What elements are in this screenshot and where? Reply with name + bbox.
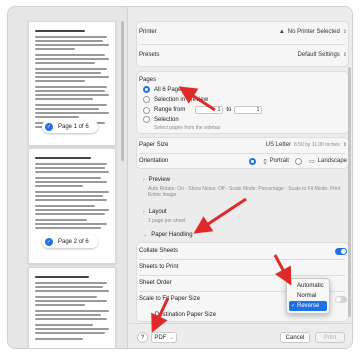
printer-value[interactable]: No Printer Selected [288, 29, 340, 35]
orientation-label: Orientation [139, 158, 169, 164]
presets-row[interactable]: Presets Default Settings ⇕ [139, 48, 347, 62]
sheets-to-print-label: Sheets to Print [139, 264, 179, 270]
pages-option-range-label: Range from [154, 107, 186, 113]
radio-icon[interactable] [143, 106, 150, 114]
page-label-2: ✓ Page 2 of 6 [42, 235, 98, 248]
pdf-menu-button[interactable]: PDF ⌄ [151, 332, 177, 343]
scale-to-fit-toggle[interactable] [335, 295, 347, 303]
collate-label: Collate Sheets [139, 248, 179, 254]
pages-title-row: Pages [139, 75, 347, 85]
printer-label: Printer [139, 29, 157, 35]
help-button[interactable]: ? [137, 332, 148, 343]
preview-label: Preview [148, 177, 171, 183]
pages-option-selection-label: Selection [154, 116, 179, 123]
sidebar-scrollbar[interactable] [121, 21, 124, 161]
orientation-landscape-radio[interactable] [294, 157, 302, 165]
scale-to-fit-label: Scale to Fit Paper Size [139, 296, 201, 302]
paper-size-value[interactable]: US Letter [266, 142, 291, 148]
paper-size-label: Paper Size [139, 142, 169, 148]
pages-option-selection-preview-label: Selection in Preview [154, 96, 209, 103]
range-from-field[interactable]: 1 [195, 106, 224, 114]
page-thumbnail-sidebar[interactable]: ✓ Page 1 of 6 ✓ Page 2 of 6 [8, 7, 128, 348]
preview-disclosure[interactable]: › Preview [143, 177, 170, 183]
radio-selected-icon[interactable] [143, 86, 150, 93]
orientation-portrait-radio[interactable] [249, 157, 257, 165]
checkmark-icon: ✓ [45, 237, 53, 246]
layout-label: Layout [148, 209, 167, 215]
print-button[interactable]: Print [315, 332, 345, 343]
radio-icon[interactable] [143, 116, 150, 123]
paper-handling-disclosure[interactable]: ⌄ Paper Handling [143, 232, 193, 238]
orientation-portrait-label: Portrait [269, 158, 289, 164]
chevron-right-icon: › [143, 209, 145, 215]
pages-option-all-label: All 6 Pages [154, 86, 185, 93]
paper-size-row[interactable]: Paper Size US Letter 8.50 by 11.00 inche… [139, 139, 347, 151]
paper-handling-label: Paper Handling [151, 232, 193, 238]
collate-toggle[interactable] [335, 247, 347, 255]
presets-label: Presets [139, 52, 160, 58]
sheet-order-option-reverse[interactable]: Reverse [289, 301, 327, 311]
chevron-updown-icon: ⇕ [342, 142, 347, 148]
sheet-order-menu[interactable]: Automatic Normal Reverse [286, 278, 330, 314]
presets-value[interactable]: Default Settings [297, 52, 339, 58]
range-to-field[interactable]: 1 [234, 106, 263, 114]
collate-row: Collate Sheets [139, 245, 347, 257]
layout-summary: 1 page per sheet [148, 218, 186, 224]
sheet-order-label: Sheet Order [139, 280, 172, 286]
chevron-right-icon: › [143, 177, 145, 183]
printer-row[interactable]: Printer ▲ No Printer Selected ⇕ [139, 25, 347, 39]
selection-subtitle: Select pages from the sidebar [154, 125, 221, 131]
paper-size-dimensions: 8.50 by 11.00 inches [294, 142, 340, 148]
pages-option-selection[interactable]: Selection [143, 116, 179, 123]
pages-option-all[interactable]: All 6 Pages [143, 86, 184, 93]
chevron-down-icon: ⌄ [169, 334, 174, 341]
chevron-updown-icon: ⇕ [342, 29, 347, 35]
chevron-down-icon: ⌄ [143, 232, 148, 238]
page-label-1: ✓ Page 1 of 6 [42, 120, 98, 133]
range-to-label: to [226, 107, 232, 113]
portrait-icon: ▯ [263, 158, 267, 165]
landscape-icon: ▭ [308, 158, 315, 165]
preview-summary: Auto Rotate: On - Show Notes: Off - Scal… [148, 186, 341, 198]
warning-icon: ▲ [278, 29, 285, 35]
page-thumbnail-3[interactable] [28, 267, 116, 348]
checkmark-icon: ✓ [45, 122, 53, 131]
orientation-row: Orientation ▯ Portrait ▭ Landscape [139, 155, 347, 167]
pages-title: Pages [139, 77, 157, 83]
page-label-text: Page 2 of 6 [58, 238, 89, 245]
dialog-footer: ? PDF ⌄ Cancel Print [129, 323, 352, 348]
radio-icon[interactable] [143, 96, 150, 103]
destination-paper-size-label: Destination Paper Size [155, 312, 217, 318]
chevron-updown-icon: ⇕ [342, 52, 347, 58]
pages-option-selection-preview[interactable]: Selection in Preview [143, 96, 208, 103]
sheet-order-option-normal[interactable]: Normal [289, 291, 327, 301]
sheets-to-print-row[interactable]: Sheets to Print [139, 261, 347, 273]
pdf-label: PDF [154, 334, 167, 341]
sheet-order-option-automatic[interactable]: Automatic [289, 281, 327, 291]
settings-scrollbar[interactable] [348, 67, 351, 317]
cancel-button[interactable]: Cancel [280, 332, 310, 343]
orientation-landscape-label: Landscape [317, 158, 347, 164]
layout-disclosure[interactable]: › Layout [143, 209, 167, 215]
pages-option-range[interactable]: Range from 1 to 1 [143, 106, 265, 114]
page-label-text: Page 1 of 6 [58, 123, 89, 130]
